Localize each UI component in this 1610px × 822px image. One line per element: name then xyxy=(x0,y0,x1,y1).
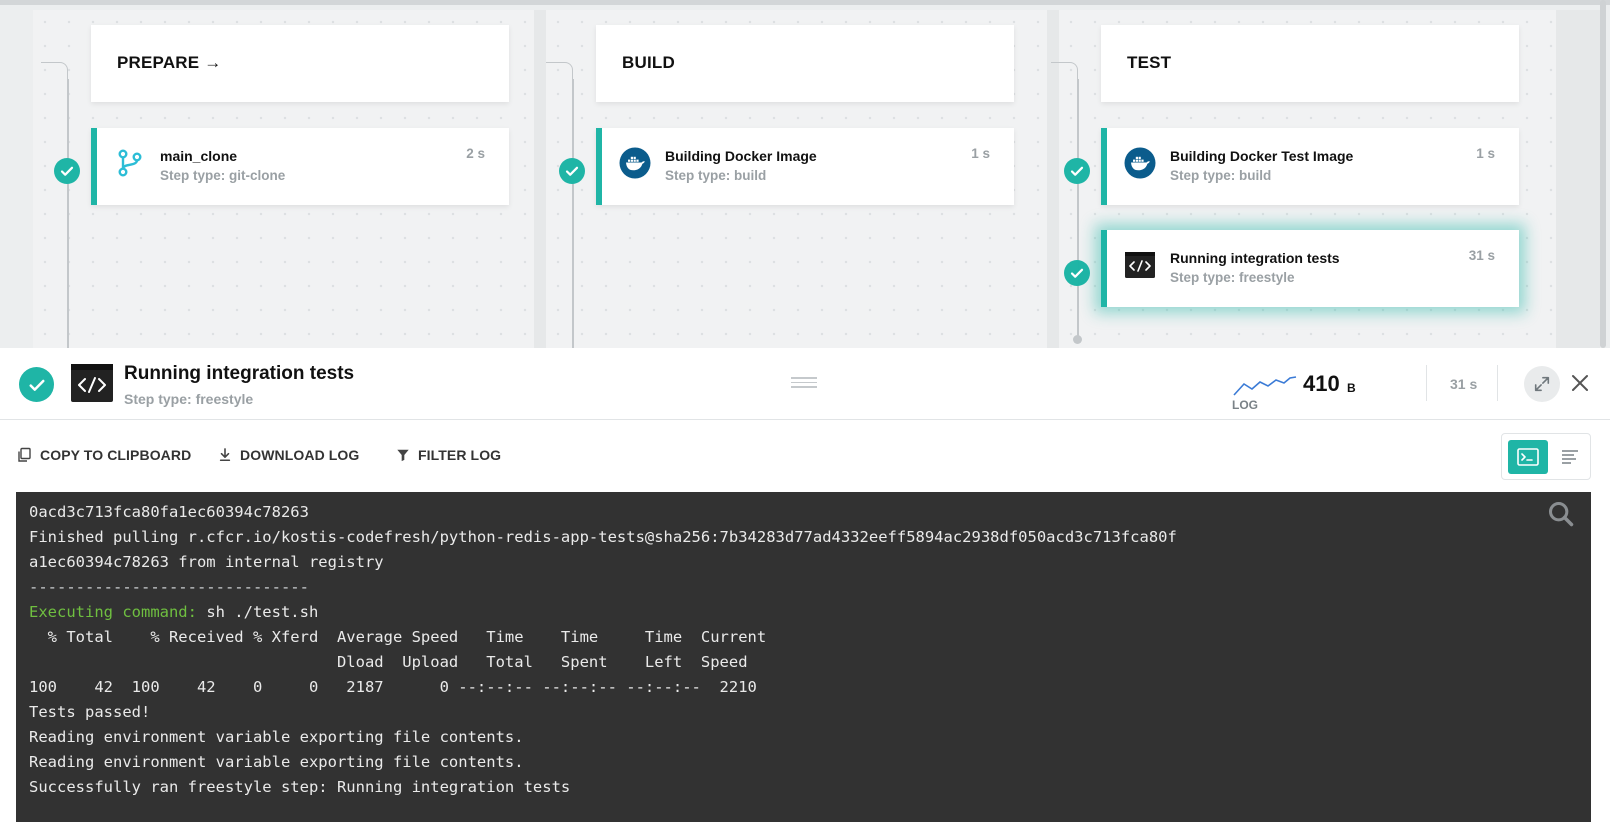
list-view-button[interactable] xyxy=(1554,440,1586,474)
git-branch-icon xyxy=(118,149,142,177)
step-card-main-clone[interactable]: main_clone Step type: git-clone 2 s xyxy=(91,128,509,205)
log-toolbar: COPY TO CLIPBOARD DOWNLOAD LOG FILTER LO… xyxy=(0,420,1610,492)
step-type: Step type: git-clone xyxy=(160,168,286,183)
step-type: Step type: freestyle xyxy=(1170,270,1295,285)
log-line: a1ec60394c78263 from internal registry xyxy=(29,553,384,571)
copy-icon xyxy=(18,447,31,462)
log-line: ------------------------------ xyxy=(29,578,309,596)
expand-icon xyxy=(1534,376,1550,392)
filter-icon xyxy=(397,449,409,462)
download-log-button[interactable]: DOWNLOAD LOG xyxy=(218,447,359,463)
log-line: Reading environment variable exporting f… xyxy=(29,728,524,746)
docker-icon xyxy=(619,147,651,179)
app-root: PREPARE → BUILD TEST main_clone Step typ… xyxy=(0,0,1610,822)
step-success-check-icon xyxy=(1064,158,1090,184)
download-icon xyxy=(219,448,231,462)
rail-line xyxy=(572,79,574,348)
copy-label: COPY TO CLIPBOARD xyxy=(40,447,192,463)
rail-end-dot xyxy=(1073,335,1082,344)
log-line: % Total % Received % Xferd Average Speed… xyxy=(29,628,767,646)
log-line-exec: Executing command: sh ./test.sh xyxy=(29,600,1578,625)
column-gutter xyxy=(1556,10,1600,348)
download-label: DOWNLOAD LOG xyxy=(240,447,360,463)
step-title: main_clone xyxy=(160,148,238,164)
step-success-check-icon xyxy=(19,367,54,402)
resize-handle-icon[interactable] xyxy=(791,377,817,389)
stage-header-prepare[interactable]: PREPARE → xyxy=(91,25,509,102)
top-strip xyxy=(0,0,1610,5)
filter-label: FILTER LOG xyxy=(418,447,502,463)
docker-icon xyxy=(1124,147,1156,179)
rail-connector xyxy=(1051,62,1078,80)
log-label: LOG xyxy=(1232,398,1258,412)
column-gutter xyxy=(1047,10,1059,348)
step-duration: 2 s xyxy=(466,146,485,161)
expand-button[interactable] xyxy=(1524,366,1560,402)
log-line: 0acd3c713fca80fa1ec60394c78263 xyxy=(29,503,309,521)
close-icon xyxy=(1572,375,1588,391)
pipeline-scrollbar[interactable] xyxy=(1600,0,1606,348)
log-line: Reading environment variable exporting f… xyxy=(29,753,524,771)
exec-prefix: Executing command: xyxy=(29,603,207,621)
step-detail-header: Running integration tests Step type: fre… xyxy=(0,349,1610,420)
step-duration: 1 s xyxy=(971,146,990,161)
log-line: 100 42 100 42 0 0 2187 0 --:--:-- --:--:… xyxy=(29,678,757,696)
step-title: Running integration tests xyxy=(1170,250,1340,266)
step-duration: 31 s xyxy=(1468,248,1495,263)
step-detail-title: Running integration tests xyxy=(124,363,355,384)
step-card-running-integration-tests[interactable]: Running integration tests Step type: fre… xyxy=(1101,230,1519,307)
step-duration: 1 s xyxy=(1476,146,1495,161)
step-type: Step type: build xyxy=(665,168,767,183)
stage-title: TEST xyxy=(1127,53,1172,72)
terminal-icon xyxy=(71,364,113,402)
terminal-view-button[interactable] xyxy=(1508,440,1548,474)
terminal-view-icon xyxy=(1517,448,1539,466)
stage-title: BUILD xyxy=(622,53,675,72)
column-gutter xyxy=(534,10,546,348)
rail-connector xyxy=(546,62,573,80)
step-title: Building Docker Image xyxy=(665,148,817,164)
step-success-check-icon xyxy=(559,158,585,184)
terminal-icon xyxy=(1125,252,1155,278)
log-line: Dload Upload Total Spent Left Speed xyxy=(29,653,748,671)
step-card-building-docker-image[interactable]: Building Docker Image Step type: build 1… xyxy=(596,128,1014,205)
exec-command: sh ./test.sh xyxy=(206,603,319,621)
log-line: Finished pulling r.cfcr.io/kostis-codefr… xyxy=(29,528,1177,546)
stage-header-build[interactable]: BUILD xyxy=(596,25,1014,102)
list-view-icon xyxy=(1562,450,1578,464)
step-card-building-docker-test-image[interactable]: Building Docker Test Image Step type: bu… xyxy=(1101,128,1519,205)
search-icon[interactable] xyxy=(1547,500,1575,528)
copy-to-clipboard-button[interactable]: COPY TO CLIPBOARD xyxy=(16,447,191,463)
step-detail-type: Step type: freestyle xyxy=(124,391,254,407)
log-line: Successfully ran freestyle step: Running… xyxy=(29,778,571,796)
divider xyxy=(1426,365,1427,401)
step-detail-duration: 31 s xyxy=(1450,376,1478,392)
stage-header-test[interactable]: TEST xyxy=(1101,25,1519,102)
rail-connector xyxy=(41,62,68,80)
filter-log-button[interactable]: FILTER LOG xyxy=(396,447,501,463)
log-view-toggle xyxy=(1501,433,1591,480)
rail-line xyxy=(67,79,69,348)
stage-title: PREPARE → xyxy=(117,53,222,72)
pipeline-view: PREPARE → BUILD TEST main_clone Step typ… xyxy=(0,0,1610,348)
log-sparkline-icon xyxy=(1233,376,1297,396)
step-type: Step type: build xyxy=(1170,168,1272,183)
step-title: Building Docker Test Image xyxy=(1170,148,1354,164)
log-size-value: 410 xyxy=(1303,371,1340,396)
rail-line xyxy=(1077,79,1079,337)
log-size-unit: B xyxy=(1347,381,1356,395)
step-success-check-icon xyxy=(54,158,80,184)
step-success-check-icon xyxy=(1064,260,1090,286)
log-output[interactable]: 0acd3c713fca80fa1ec60394c78263 Finished p… xyxy=(16,492,1591,822)
log-line: Tests passed! xyxy=(29,703,151,721)
close-button[interactable] xyxy=(1568,371,1592,395)
divider xyxy=(1497,365,1498,401)
